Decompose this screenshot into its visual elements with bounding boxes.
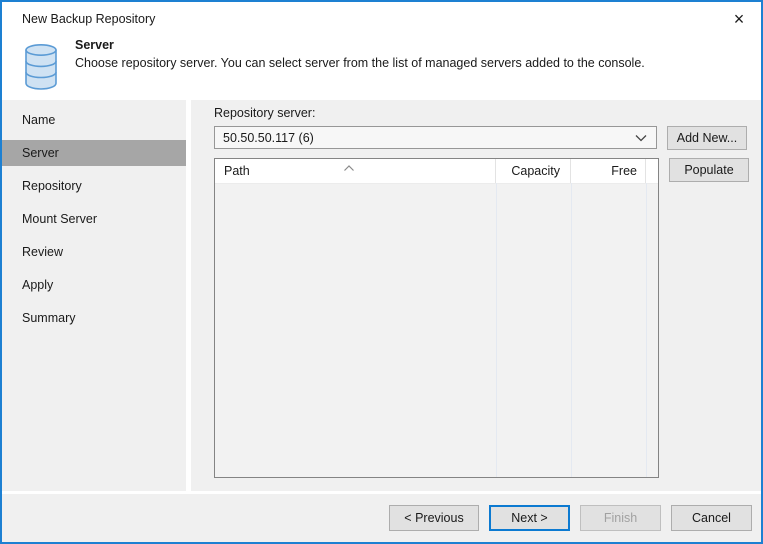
header-text: Server Choose repository server. You can…	[75, 36, 645, 100]
sidebar-item-name[interactable]: Name	[2, 107, 186, 133]
step-content: Repository server: 50.50.50.117 (6) Add …	[191, 100, 761, 491]
sort-ascending-icon	[343, 161, 355, 175]
sidebar-item-label: Mount Server	[22, 212, 98, 226]
repository-server-label: Repository server:	[214, 106, 316, 120]
cancel-button[interactable]: Cancel	[671, 505, 752, 531]
sidebar-item-label: Name	[22, 113, 56, 127]
repository-server-select[interactable]: 50.50.50.117 (6)	[214, 126, 657, 149]
sidebar-item-repository[interactable]: Repository	[2, 173, 186, 199]
sidebar-item-label: Summary	[22, 311, 76, 325]
column-header-capacity[interactable]: Capacity	[496, 159, 571, 183]
step-title: Server	[75, 38, 114, 52]
new-backup-repository-dialog: New Backup Repository × Server Choose re…	[0, 0, 763, 544]
paths-table[interactable]: Path Capacity Free	[214, 158, 659, 478]
repository-server-value: 50.50.50.117 (6)	[223, 130, 314, 145]
finish-button[interactable]: Finish	[580, 505, 661, 531]
window-title: New Backup Repository	[22, 12, 156, 26]
title-bar: New Backup Repository ×	[2, 2, 761, 36]
sidebar-item-server[interactable]: Server	[2, 140, 186, 166]
sidebar-item-label: Server	[22, 146, 59, 160]
column-divider	[571, 183, 572, 477]
close-icon: ×	[733, 9, 745, 29]
previous-button[interactable]: < Previous	[389, 505, 479, 531]
database-icon	[24, 43, 58, 100]
column-label: Capacity	[511, 164, 560, 178]
chevron-down-icon	[635, 131, 647, 145]
sidebar-item-summary[interactable]: Summary	[2, 305, 186, 331]
sidebar-item-label: Apply	[22, 278, 54, 292]
step-description: Choose repository server. You can select…	[75, 56, 645, 70]
close-button[interactable]: ×	[728, 8, 750, 30]
column-header-spacer	[646, 159, 658, 183]
sidebar-item-mount-server[interactable]: Mount Server	[2, 206, 186, 232]
sidebar-item-label: Repository	[22, 179, 82, 193]
wizard-footer: < Previous Next > Finish Cancel	[2, 491, 761, 542]
column-header-free[interactable]: Free	[571, 159, 646, 183]
sidebar-item-review[interactable]: Review	[2, 239, 186, 265]
add-new-button[interactable]: Add New...	[667, 126, 747, 150]
wizard-body: Name Server Repository Mount Server Revi…	[2, 100, 761, 491]
paths-table-header: Path Capacity Free	[215, 159, 658, 184]
next-button[interactable]: Next >	[489, 505, 570, 531]
wizard-header: Server Choose repository server. You can…	[2, 36, 761, 100]
sidebar-item-apply[interactable]: Apply	[2, 272, 186, 298]
column-divider	[496, 183, 497, 477]
column-label: Free	[611, 164, 637, 178]
populate-button[interactable]: Populate	[669, 158, 749, 182]
column-divider	[646, 183, 647, 477]
column-header-path[interactable]: Path	[215, 159, 496, 183]
column-label: Path	[224, 164, 250, 178]
wizard-steps-sidebar: Name Server Repository Mount Server Revi…	[2, 100, 191, 491]
sidebar-item-label: Review	[22, 245, 63, 259]
